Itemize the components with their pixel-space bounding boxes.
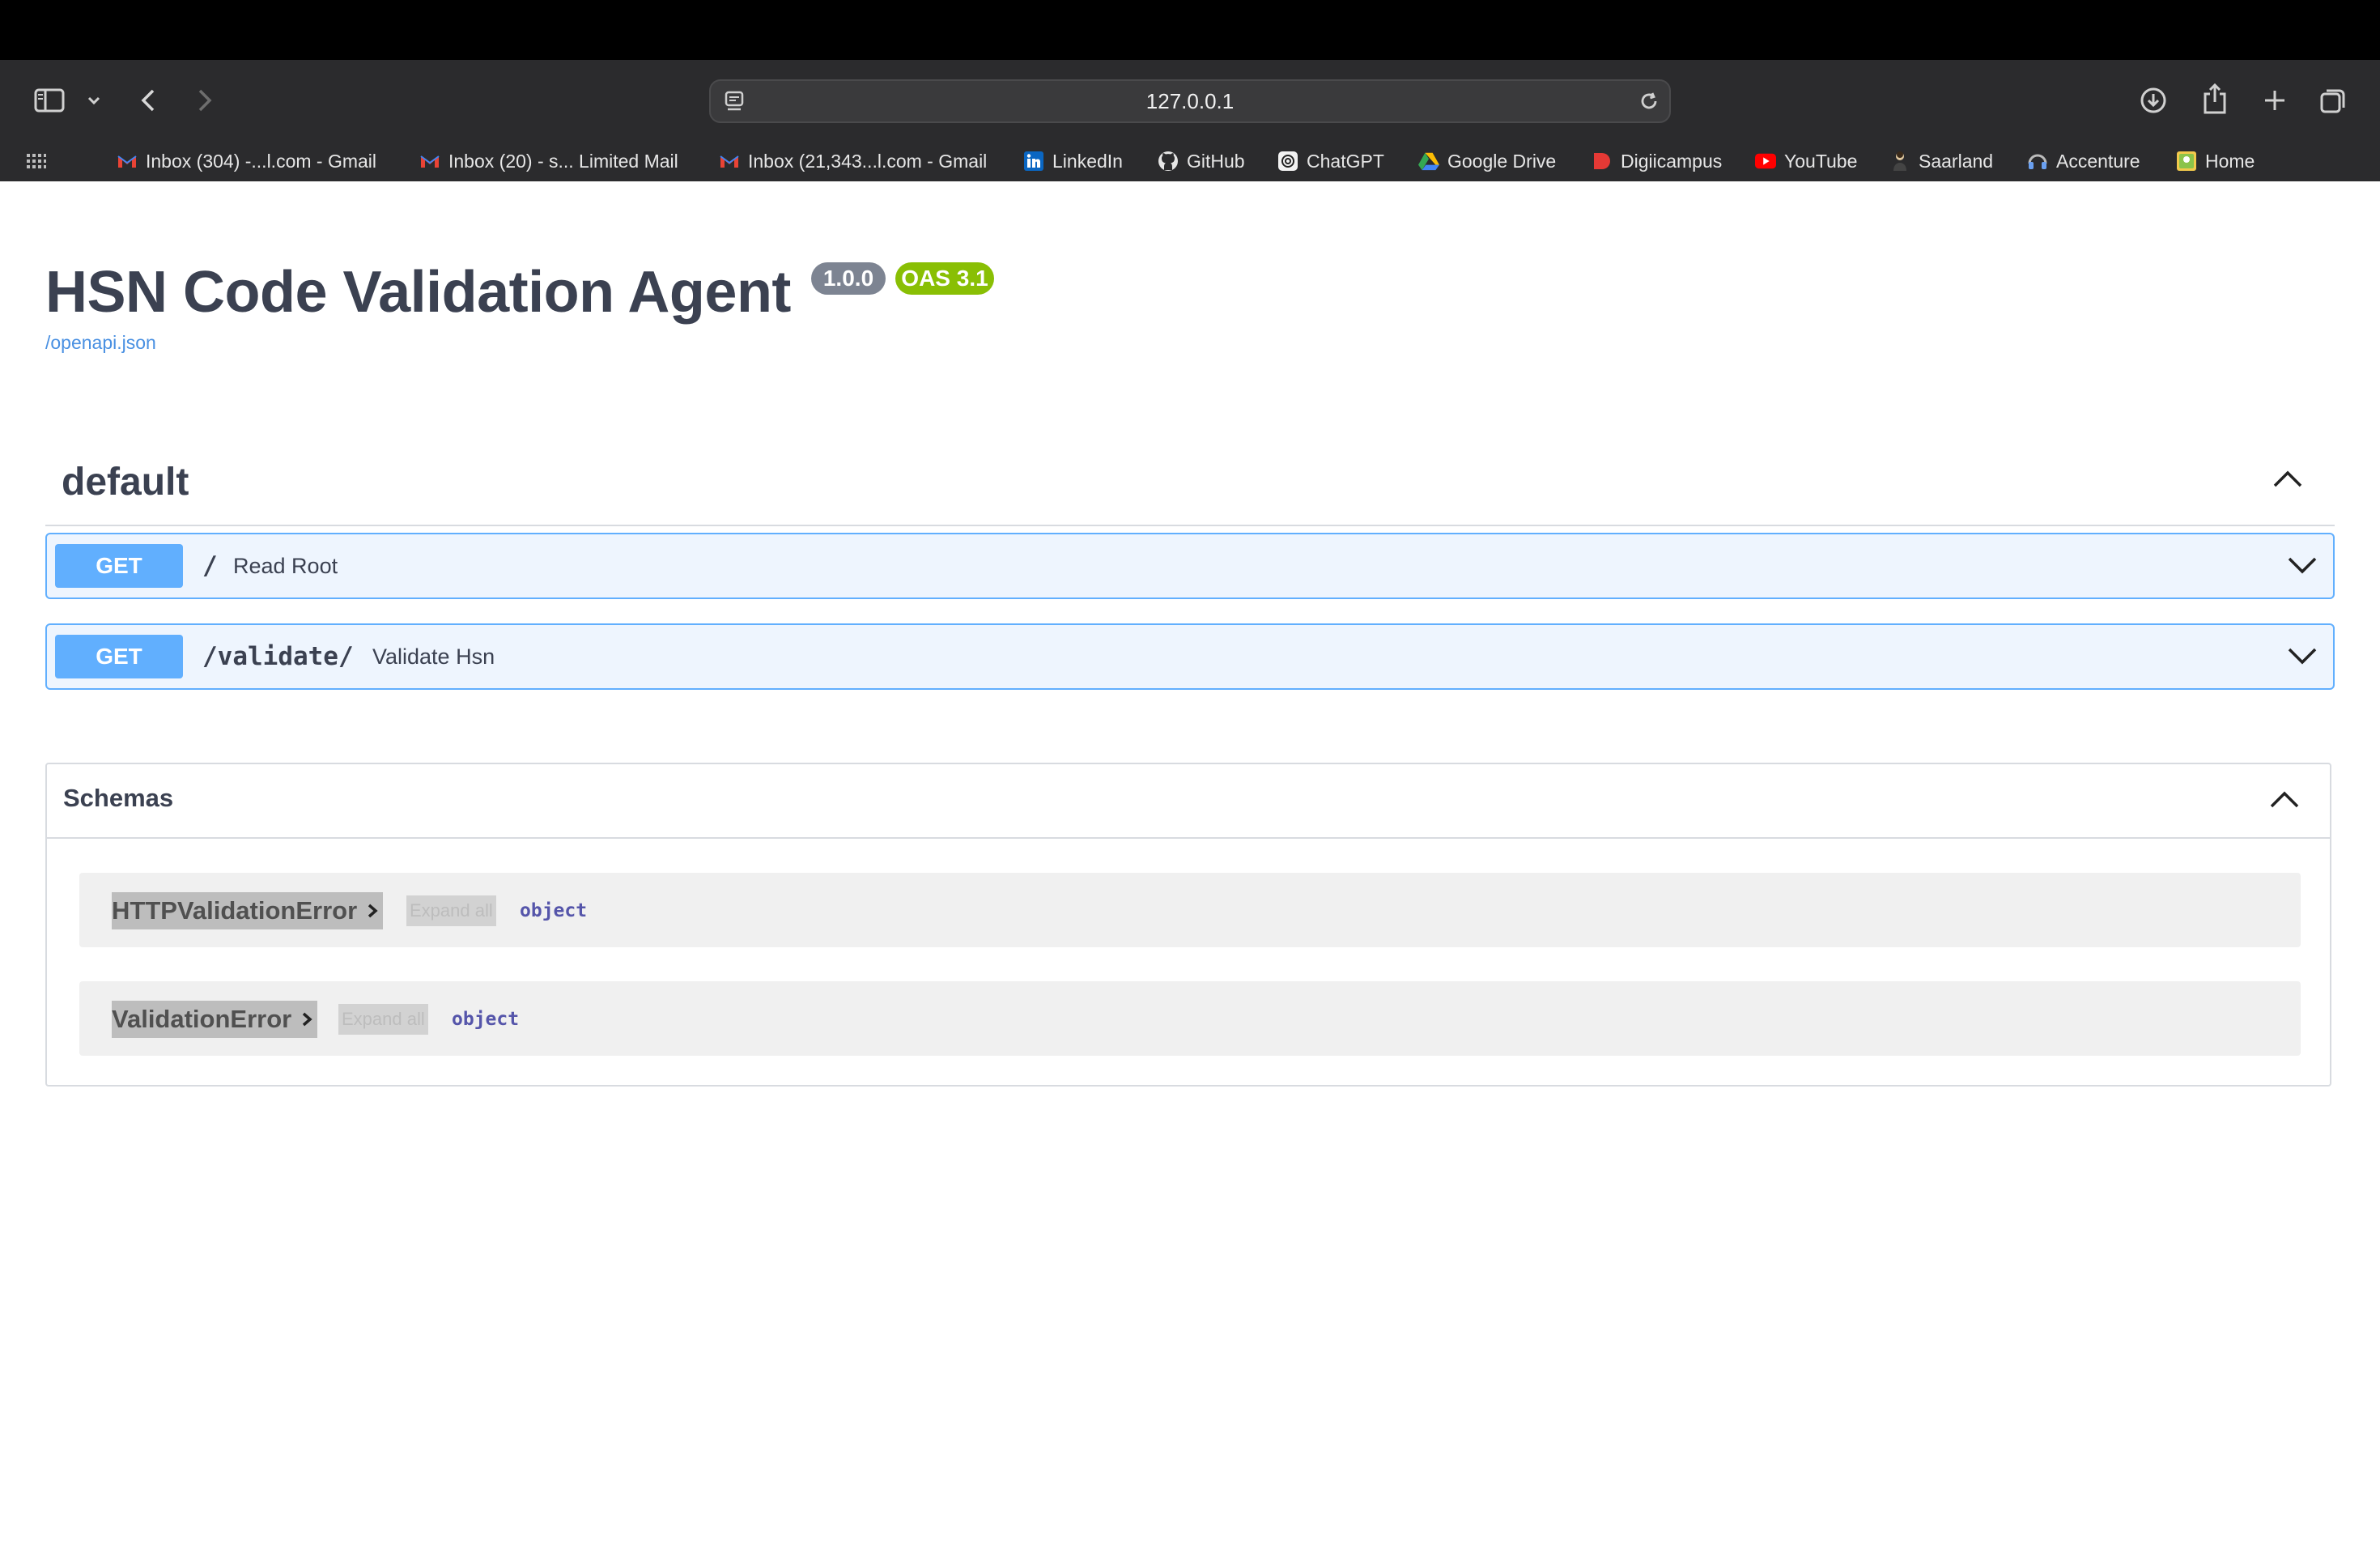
operation-summary: Read Root: [233, 553, 338, 578]
schemas-header[interactable]: Schemas: [47, 764, 2330, 839]
downloads-icon[interactable]: [2137, 84, 2170, 117]
bookmark-label: ChatGPT: [1307, 150, 1384, 172]
gmail-icon: [719, 151, 740, 172]
model-name-toggle[interactable]: ValidationError: [112, 1001, 318, 1038]
bookmark-youtube[interactable]: YouTube: [1755, 141, 1857, 181]
address-bar[interactable]: 127.0.0.1: [709, 79, 1671, 123]
google-drive-icon: [1418, 151, 1439, 172]
back-arrow-icon[interactable]: [136, 84, 160, 117]
bookmark-label: LinkedIn: [1052, 150, 1123, 172]
operation-get-validate[interactable]: GET /validate/ Validate Hsn: [45, 623, 2335, 690]
operation-path: /: [202, 551, 218, 580]
bookmark-home[interactable]: Home: [2176, 141, 2255, 181]
bookmark-saarland[interactable]: Saarland: [1889, 141, 1993, 181]
bookmark-label: YouTube: [1784, 150, 1858, 172]
reload-icon[interactable]: [1637, 89, 1661, 113]
bookmark-gmail-3[interactable]: Inbox (21,343...l.com - Gmail: [719, 141, 987, 181]
model-name-toggle[interactable]: HTTPValidationError: [112, 892, 384, 929]
bookmark-gmail-1[interactable]: Inbox (304) -...l.com - Gmail: [117, 141, 376, 181]
browser-toolbar: 127.0.0.1 Inbox (304) -...l.com - Gmail …: [0, 60, 2380, 181]
bookmark-label: GitHub: [1187, 150, 1245, 172]
chevron-down-icon[interactable]: [2288, 557, 2317, 579]
forward-arrow-icon[interactable]: [193, 84, 217, 117]
bookmark-accenture[interactable]: Accenture: [2027, 141, 2140, 181]
oas-badge: OAS 3.1: [895, 262, 994, 295]
expand-all-button[interactable]: Expand all: [406, 895, 496, 926]
bookmark-label: Google Drive: [1447, 150, 1557, 172]
chatgpt-icon: [1277, 151, 1298, 172]
schemas-section: Schemas HTTPValidationError Expand all o…: [45, 763, 2331, 1087]
bookmark-digiicampus[interactable]: Digiicampus: [1592, 141, 1722, 181]
tag-name: default: [62, 461, 189, 504]
bookmark-gmail-2[interactable]: Inbox (20) - s... Limited Mail: [419, 141, 678, 181]
bookmark-chatgpt[interactable]: ChatGPT: [1277, 141, 1384, 181]
digiicampus-icon: [1592, 151, 1613, 172]
operation-path: /validate/: [202, 642, 354, 671]
sidebar-toggle-icon[interactable]: [31, 84, 68, 117]
bookmark-label: Inbox (21,343...l.com - Gmail: [748, 150, 988, 172]
chevron-down-icon[interactable]: [2288, 648, 2317, 670]
bookmark-github[interactable]: GitHub: [1158, 141, 1245, 181]
model-name: ValidationError: [112, 1005, 292, 1033]
bookmark-label: Inbox (20) - s... Limited Mail: [448, 150, 678, 172]
tag-section-default[interactable]: default: [45, 440, 2335, 526]
bookmark-label: Accenture: [2056, 150, 2140, 172]
bookmark-google-drive[interactable]: Google Drive: [1418, 141, 1556, 181]
bookmark-label: Digiicampus: [1621, 150, 1723, 172]
new-tab-plus-icon[interactable]: [2259, 84, 2291, 117]
bookmarks-bar: Inbox (304) -...l.com - Gmail Inbox (20)…: [0, 141, 2380, 181]
expand-all-button[interactable]: Expand all: [338, 1004, 428, 1035]
chevron-up-icon[interactable]: [2273, 470, 2302, 491]
operation-summary: Validate Hsn: [372, 644, 495, 669]
swagger-page: HSN Code Validation Agent 1.0.0 OAS 3.1 …: [0, 181, 2380, 1548]
chevron-right-icon: [367, 903, 378, 919]
chevron-down-icon[interactable]: [84, 89, 104, 112]
gmail-icon: [419, 151, 440, 172]
openapi-json-link[interactable]: /openapi.json: [45, 332, 156, 354]
model-http-validation-error[interactable]: HTTPValidationError Expand all object: [79, 873, 2301, 947]
accenture-icon: [2027, 151, 2048, 172]
youtube-icon: [1755, 151, 1776, 172]
chevron-up-icon[interactable]: [2270, 790, 2299, 812]
method-badge-get: GET: [55, 544, 183, 588]
github-icon: [1158, 151, 1179, 172]
chevron-right-icon: [301, 1011, 312, 1027]
linkedin-icon: [1023, 151, 1044, 172]
tab-overview-icon[interactable]: [2317, 84, 2349, 117]
operation-get-root[interactable]: GET / Read Root: [45, 533, 2335, 599]
bookmark-label: Home: [2205, 150, 2255, 172]
model-type: object: [520, 900, 588, 921]
bookmark-linkedin[interactable]: LinkedIn: [1023, 141, 1123, 181]
method-badge-get: GET: [55, 635, 183, 678]
bookmark-label: Inbox (304) -...l.com - Gmail: [146, 150, 377, 172]
saarland-icon: [1889, 151, 1910, 172]
schemas-title: Schemas: [63, 784, 174, 812]
version-badge: 1.0.0: [811, 262, 886, 295]
top-black-strip: [0, 0, 2380, 60]
gmail-icon: [117, 151, 138, 172]
bookmark-label: Saarland: [1919, 150, 1994, 172]
model-name: HTTPValidationError: [112, 896, 358, 925]
share-icon[interactable]: [2199, 81, 2231, 117]
model-validation-error[interactable]: ValidationError Expand all object: [79, 981, 2301, 1056]
home-icon: [2176, 151, 2197, 172]
model-type: object: [452, 1009, 520, 1030]
api-title: HSN Code Validation Agent: [45, 260, 791, 325]
apps-grid-icon[interactable]: [26, 151, 47, 172]
url-text: 127.0.0.1: [1145, 88, 1235, 113]
